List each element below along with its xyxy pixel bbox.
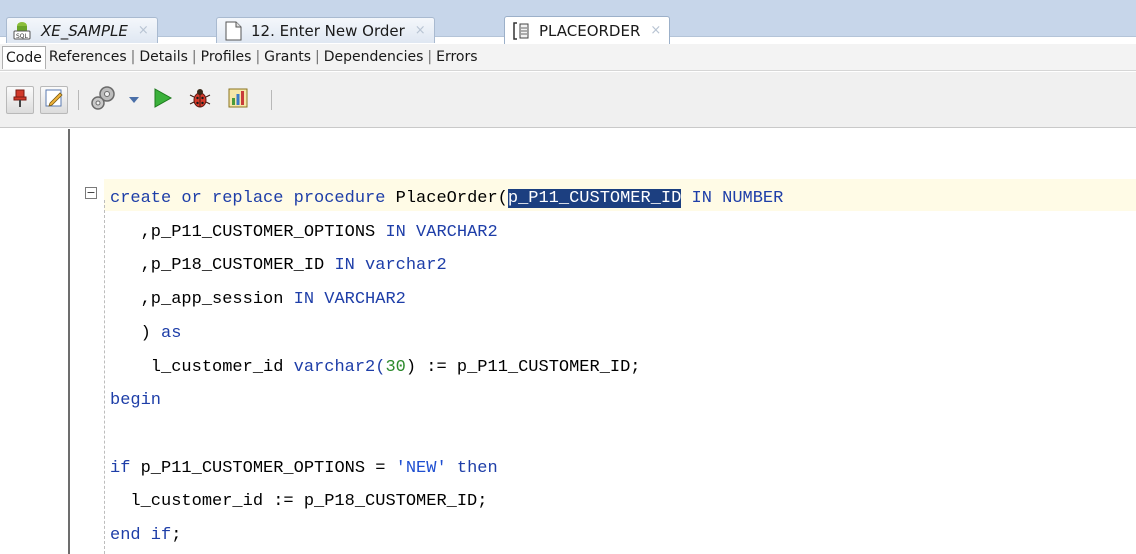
punctuation: ) — [110, 323, 162, 343]
edit-button[interactable] — [40, 85, 68, 114]
dropdown-arrow-icon — [128, 90, 140, 109]
divider: | — [191, 49, 197, 65]
close-icon[interactable]: × — [138, 23, 149, 38]
tab-enter-new-order[interactable]: 12. Enter New Order × — [216, 17, 435, 43]
divider: | — [255, 49, 261, 65]
string-literal: 'NEW' — [395, 458, 447, 478]
keyword: end if — [110, 526, 172, 546]
code-line-6: l_customer_id varchar2(30) := p_P11_CUST… — [110, 358, 641, 377]
pin-icon — [11, 88, 29, 112]
identifier: l_customer_id — [110, 357, 294, 377]
code-line-11: end if; — [110, 526, 181, 545]
keyword: IN VARCHAR2 — [293, 290, 406, 310]
code-line-10: l_customer_id := p_P18_CUSTOMER_ID; — [110, 492, 488, 512]
keyword: IN NUMBER — [681, 189, 784, 208]
fold-collapse-icon[interactable]: − — [85, 187, 97, 199]
compile-dropdown[interactable] — [127, 85, 141, 115]
profile-icon — [226, 86, 250, 114]
code-line-3: ,p_P18_CUSTOMER_ID IN varchar2 — [110, 256, 447, 275]
object-subtabs: Code References | Details | Profiles | G… — [0, 44, 1136, 71]
subtab-dependencies[interactable]: Dependencies — [321, 46, 427, 68]
keyword: IN VARCHAR2 — [385, 222, 498, 242]
code-text[interactable]: create or replace procedure PlaceOrder(p… — [110, 182, 783, 553]
code-line-4: ,p_app_session IN VARCHAR2 — [110, 290, 406, 309]
debug-button[interactable] — [185, 85, 215, 115]
keyword: varchar2( — [293, 357, 386, 377]
fold-guide — [104, 200, 105, 554]
close-icon[interactable]: × — [415, 23, 426, 38]
editor-tab-strip: SQL XE_SAMPLE × 12. Enter New Order × PL… — [0, 0, 1136, 44]
svg-text:SQL: SQL — [16, 33, 29, 40]
keyword: as — [161, 323, 182, 343]
code-line-7: begin — [110, 391, 162, 411]
compile-icon — [89, 83, 119, 117]
identifier: ,p_P11_CUSTOMER_OPTIONS — [110, 222, 386, 242]
profile-button[interactable] — [223, 85, 253, 115]
punctuation: ; — [171, 526, 182, 546]
keyword: create or replace procedure — [110, 189, 386, 208]
tab-label: PLACEORDER — [539, 21, 641, 40]
identifier: p_P11_CUSTOMER_OPTIONS = — [130, 458, 396, 478]
editor-toolbar — [0, 72, 1136, 128]
toolbar-divider — [271, 89, 272, 110]
subtab-grants[interactable]: Grants — [261, 46, 314, 68]
subtab-code[interactable]: Code — [2, 45, 46, 69]
run-icon — [150, 86, 174, 114]
run-button[interactable] — [147, 85, 177, 115]
keyword: then — [446, 458, 498, 478]
procedure-icon — [511, 21, 533, 41]
identifier: ,p_P18_CUSTOMER_ID — [110, 256, 335, 276]
number-literal: 30 — [385, 357, 406, 377]
subtab-details[interactable]: Details — [136, 46, 191, 68]
subtab-errors[interactable]: Errors — [433, 46, 480, 68]
tab-placeorder[interactable]: PLACEORDER × — [504, 16, 671, 44]
code-line-9: if p_P11_CUSTOMER_OPTIONS = 'NEW' then — [110, 459, 498, 478]
tab-xe-sample[interactable]: SQL XE_SAMPLE × — [6, 17, 158, 43]
selected-text: p_P11_CUSTOMER_ID — [507, 189, 682, 208]
sql-connection-icon: SQL — [13, 21, 35, 41]
subtab-profiles[interactable]: Profiles — [198, 46, 255, 68]
code-line-5: ) as — [110, 323, 182, 343]
tab-label: 12. Enter New Order — [251, 21, 405, 40]
divider: | — [130, 49, 136, 65]
pin-button[interactable] — [6, 85, 34, 114]
page-icon — [223, 21, 245, 41]
divider: | — [427, 49, 433, 65]
tab-label: XE_SAMPLE — [41, 21, 128, 40]
identifier: ) := p_P11_CUSTOMER_ID; — [405, 357, 641, 377]
keyword: IN varchar2 — [334, 256, 447, 276]
toolbar-divider — [78, 89, 79, 110]
compile-button[interactable] — [89, 85, 119, 115]
identifier: ,p_app_session — [110, 290, 294, 310]
edit-icon — [44, 88, 64, 112]
code-line-1: create or replace procedure PlaceOrder(p… — [110, 189, 783, 208]
code-line-2: ,p_P11_CUSTOMER_OPTIONS IN VARCHAR2 — [110, 223, 498, 242]
close-icon[interactable]: × — [650, 23, 661, 38]
subtab-references[interactable]: References — [46, 46, 130, 68]
divider: | — [315, 49, 320, 65]
keyword: if — [110, 458, 131, 478]
identifier: PlaceOrder( — [385, 189, 508, 208]
gutter-border — [68, 129, 70, 554]
debug-icon — [188, 86, 212, 114]
